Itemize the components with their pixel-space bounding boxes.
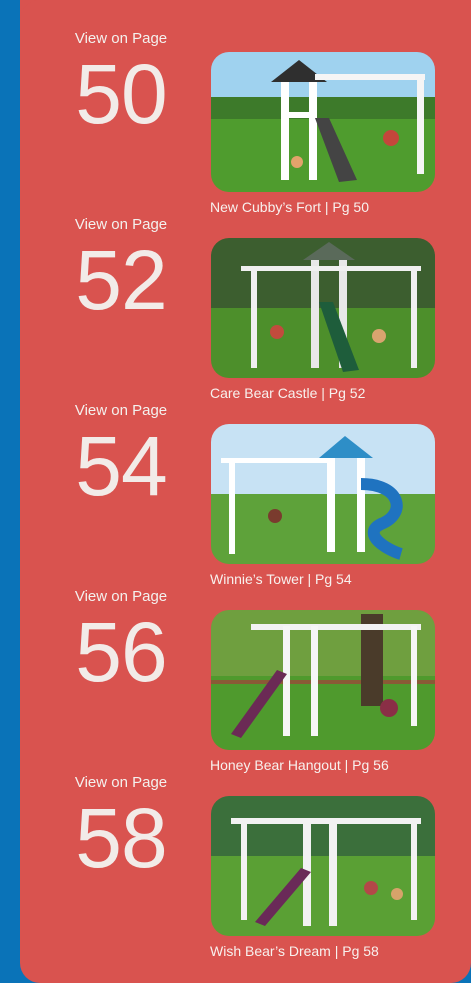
playset-photo[interactable] [211, 796, 435, 936]
page-number[interactable]: 56 [46, 602, 196, 702]
page-number[interactable]: 52 [46, 230, 196, 330]
catalog-panel: View on Page 50 New Cubby’s Fort | Pg 50… [20, 0, 471, 983]
entry-winnies-tower[interactable]: View on Page 54 Winnie’s Tower | Pg 54 [20, 386, 471, 587]
playset-caption[interactable]: Wish Bear’s Dream | Pg 58 [210, 942, 471, 960]
page-number[interactable]: 50 [46, 44, 196, 144]
page-number[interactable]: 58 [46, 788, 196, 888]
entry-wish-bears-dream[interactable]: View on Page 58 Wish Bear’s Dream | Pg 5… [20, 758, 471, 959]
roof [251, 624, 421, 630]
playset-photo[interactable] [211, 424, 435, 564]
sky [211, 424, 435, 504]
entry-honey-bear-hangout[interactable]: View on Page 56 Honey Bear Hangout | Pg … [20, 572, 471, 773]
page-number[interactable]: 54 [46, 416, 196, 516]
playset-photo[interactable] [211, 238, 435, 378]
playset-photo[interactable] [211, 52, 435, 192]
entry-care-bear-castle[interactable]: View on Page 52 Care Bear Castle | Pg 52 [20, 200, 471, 401]
playset-photo[interactable] [211, 610, 435, 750]
roof [231, 818, 421, 824]
entry-new-cubbys-fort[interactable]: View on Page 50 New Cubby’s Fort | Pg 50 [20, 14, 471, 215]
